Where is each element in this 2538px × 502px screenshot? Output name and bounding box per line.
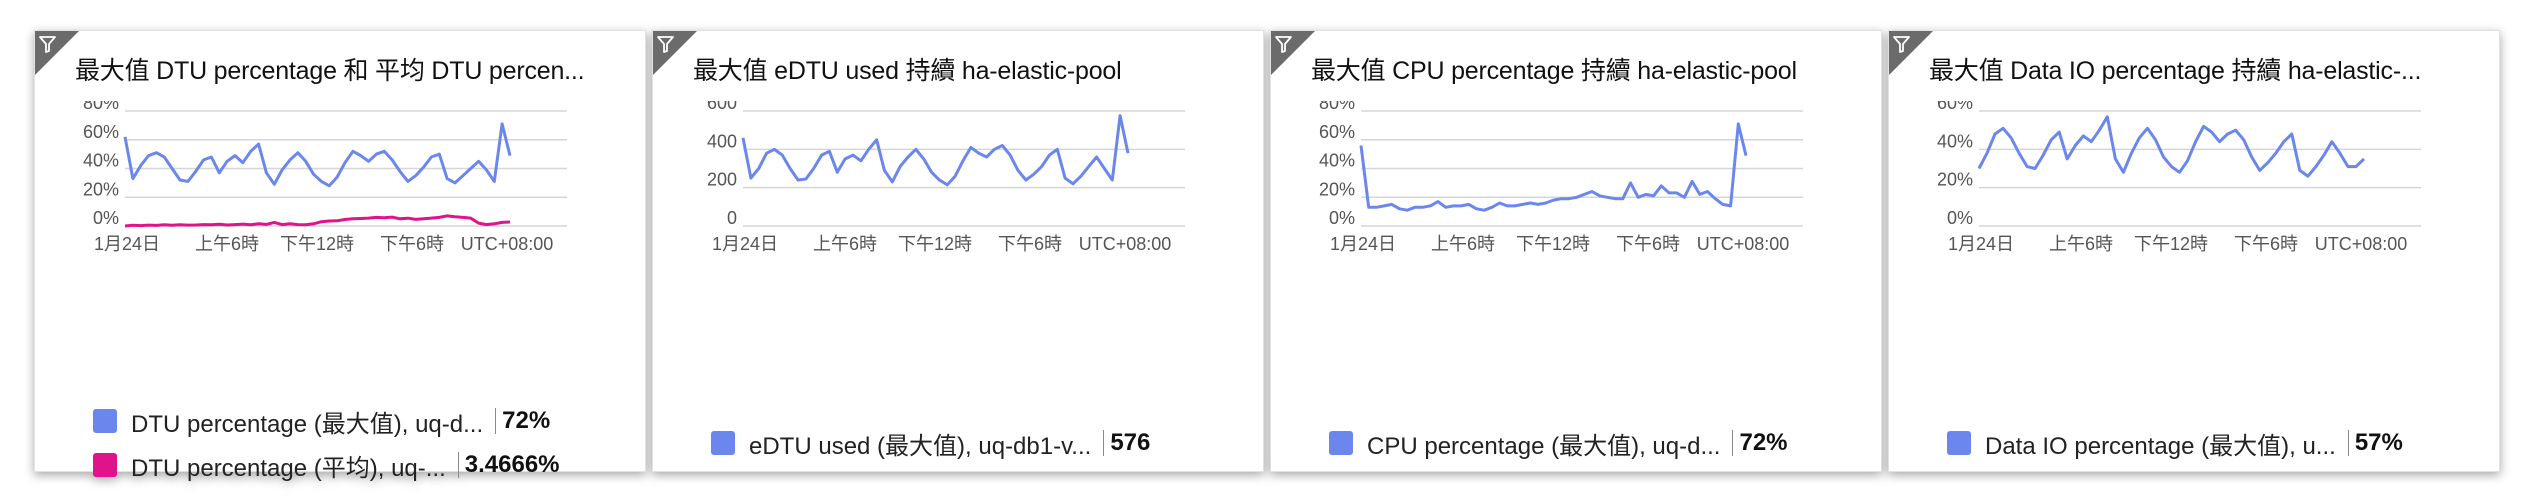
x-tick-label: UTC+08:00 [461,234,554,254]
tile-title: 最大值 Data IO percentage 持續 ha-elastic-... [1929,57,2422,85]
legend-value: 576 [1110,429,1151,456]
x-tick-label: 上午6時 [2049,234,2113,254]
x-tick-label: UTC+08:00 [1079,234,1172,254]
tile-cpu-percentage[interactable]: 最大值 CPU percentage 持續 ha-elastic-pool 0%… [1270,30,1882,472]
y-tick-label: 600 [707,101,737,113]
legend-series-name: Data IO percentage (最大值), u... [1985,432,2336,460]
x-tick-label: 上午6時 [195,234,259,254]
x-tick-label: UTC+08:00 [1697,234,1790,254]
legend-swatch [711,431,735,455]
series-line-0 [741,114,1130,187]
y-tick-label: 0% [1947,208,1973,228]
y-tick-label: 60% [1937,101,1973,113]
legend-divider [1732,430,1734,456]
legend-value: 57% [2354,429,2403,456]
line-chart: 0% 20% 40% 60% 1月24日 上午6時 下午12時 下午6時 UTC+08:00 [1937,101,2421,254]
legend-swatch [93,409,117,433]
legend-series-name: DTU percentage (平均), uq-... [131,454,446,482]
legend-divider [2347,430,2349,456]
legend-series-name: CPU percentage (最大值), uq-d... [1367,432,1721,460]
legend-divider [495,408,497,434]
x-tick-label: 下午12時 [1516,234,1590,254]
y-tick-label: 80% [83,101,119,113]
filter-icon[interactable] [653,31,697,75]
y-tick-label: 80% [1319,101,1355,113]
tile-title: 最大值 DTU percentage 和 平均 DTU percen... [75,57,585,85]
chart-legend: CPU percentage (最大值), uq-d... 72% [1329,421,1861,465]
x-tick-label: 1月24日 [1330,234,1396,254]
y-tick-label: 20% [1937,170,1973,190]
legend-item-cpu[interactable]: CPU percentage (最大值), uq-d... 72% [1329,421,1861,465]
x-tick-label: 下午12時 [280,234,354,254]
chart-legend: eDTU used (最大值), uq-db1-v... 576 [711,421,1243,465]
legend-value: 72% [1739,429,1788,456]
y-tick-label: 0% [1329,208,1355,228]
x-tick-label: 下午12時 [898,234,972,254]
chart-legend: DTU percentage (最大值), uq-d... 72% DTU pe… [93,399,625,487]
y-tick-label: 400 [707,131,737,151]
dashboard-strip: 最大值 DTU percentage 和 平均 DTU percen... 0%… [34,30,2504,482]
x-tick-label: 下午6時 [998,234,1062,254]
legend-item-dtu-max[interactable]: DTU percentage (最大值), uq-d... 72% [93,399,625,443]
tile-title: 最大值 CPU percentage 持續 ha-elastic-pool [1311,57,1797,85]
legend-swatch [1947,431,1971,455]
filter-icon[interactable] [1889,31,1933,75]
series-line-1 [124,214,511,228]
line-chart: 0 200 400 600 1月24日 上午6時 下午12時 下午6時 UTC+08:00 [707,101,1185,254]
tile-data-io-percentage[interactable]: 最大值 Data IO percentage 持續 ha-elastic-...… [1888,30,2500,472]
tile-edtu-used[interactable]: 最大值 eDTU used 持續 ha-elastic-pool 0 200 400… [652,30,1264,472]
legend-swatch [1329,431,1353,455]
legend-series-name: DTU percentage (最大值), uq-d... [131,410,484,438]
line-chart: 0% 20% 40% 60% 80% 1月24日 上午6時 下午12時 下午6時 UTC+08:0… [1319,101,1803,254]
x-tick-label: 下午12時 [2134,234,2208,254]
series-line-0 [123,122,512,188]
legend-divider [457,452,459,478]
x-tick-label: 1月24日 [712,234,778,254]
y-tick-label: 0 [727,208,737,228]
x-tick-label: UTC+08:00 [2315,234,2408,254]
y-tick-label: 60% [1319,122,1355,142]
chart-legend: Data IO percentage (最大值), u... 57% [1947,421,2479,465]
line-chart: 0% 20% 40% 60% 80% 1月24日 上午6時 下午12時 下午6時 UTC+08:0… [83,101,567,254]
legend-item-edtu[interactable]: eDTU used (最大值), uq-db1-v... 576 [711,421,1243,465]
x-tick-label: 下午6時 [380,234,444,254]
x-tick-label: 下午6時 [2234,234,2298,254]
y-tick-label: 40% [1319,151,1355,171]
legend-divider [1103,430,1105,456]
filter-icon[interactable] [1271,31,1315,75]
y-tick-label: 40% [83,151,119,171]
legend-value: 72% [502,407,551,434]
series-line-0 [1977,115,2366,178]
filter-icon[interactable] [35,31,79,75]
x-tick-label: 1月24日 [94,234,160,254]
y-tick-label: 60% [83,122,119,142]
y-tick-label: 0% [93,208,119,228]
y-tick-label: 40% [1937,131,1973,151]
x-tick-label: 上午6時 [1431,234,1495,254]
x-tick-label: 上午6時 [813,234,877,254]
y-tick-label: 200 [707,170,737,190]
y-tick-label: 20% [1319,179,1355,199]
legend-item-dtu-avg[interactable]: DTU percentage (平均), uq-... 3.4666% [93,443,625,487]
tile-title: 最大值 eDTU used 持續 ha-elastic-pool [693,57,1122,85]
legend-value: 3.4666% [464,451,560,478]
tile-dtu-percentage[interactable]: 最大值 DTU percentage 和 平均 DTU percen... 0%… [34,30,646,482]
x-tick-label: 1月24日 [1948,234,2014,254]
legend-item-data-io[interactable]: Data IO percentage (最大值), u... 57% [1947,421,2479,465]
x-tick-label: 下午6時 [1616,234,1680,254]
y-tick-label: 20% [83,179,119,199]
legend-series-name: eDTU used (最大值), uq-db1-v... [749,432,1092,460]
legend-swatch [93,453,117,477]
